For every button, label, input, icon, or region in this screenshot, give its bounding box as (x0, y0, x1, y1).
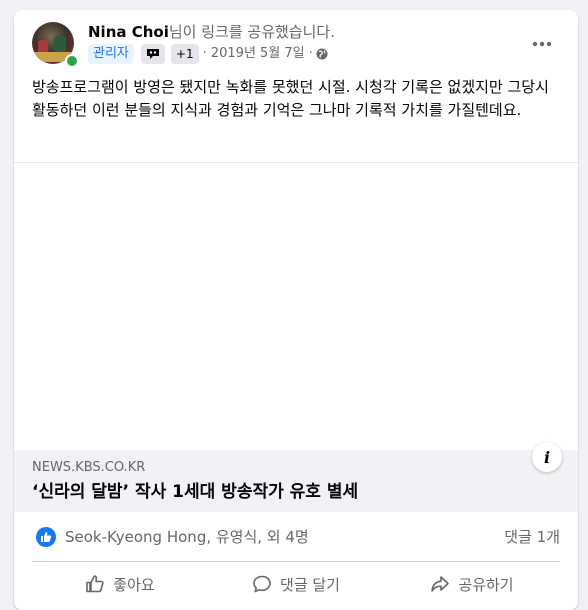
admin-badge[interactable]: 관리자 (88, 44, 134, 64)
post-actions: 좋아요 댓글 달기 공유하기 (32, 561, 560, 606)
like-reaction-icon[interactable] (36, 527, 56, 547)
like-icon (86, 575, 104, 593)
comment-button[interactable]: 댓글 달기 (208, 562, 384, 606)
more-badges-count[interactable]: +1 (170, 44, 199, 64)
comment-icon (253, 575, 271, 593)
comment-label: 댓글 달기 (280, 575, 340, 594)
globe-icon (316, 48, 328, 60)
reactions-bar: Seok-Kyeong Hong, 유영식, 외 4명 댓글 1개 (14, 520, 578, 556)
post-card: Nina Choi님이 링크를 공유했습니다. 관리자 +1 · 2019년 5… (14, 10, 578, 610)
reactors-list[interactable]: Seok-Kyeong Hong, 유영식, 외 4명 (65, 527, 309, 547)
share-button[interactable]: 공유하기 (384, 562, 560, 606)
post-body-text: 방송프로그램이 방영은 됐지만 녹화를 못했던 시절. 시청각 기록은 없겠지만… (32, 78, 549, 119)
post-meta: 관리자 +1 · 2019년 5월 7일 · (88, 44, 328, 64)
share-icon (431, 576, 450, 592)
like-label: 좋아요 (113, 575, 155, 594)
post-header: Nina Choi님이 링크를 공유했습니다. 관리자 +1 · 2019년 5… (14, 10, 578, 70)
link-domain: NEWS.KBS.CO.KR (32, 460, 146, 475)
share-label: 공유하기 (458, 575, 514, 594)
author-name[interactable]: Nina Choi (88, 23, 169, 41)
comment-count[interactable]: 댓글 1개 (504, 527, 560, 547)
link-preview[interactable]: NEWS.KBS.CO.KR ‘신라의 달밤’ 작사 1세대 방송작가 유호 별… (14, 450, 578, 512)
link-title[interactable]: ‘신라의 달밤’ 작사 1세대 방송작가 유호 별세 (32, 481, 358, 503)
post-timestamp[interactable]: · 2019년 5월 7일 · (203, 44, 313, 64)
online-status-dot (65, 54, 79, 68)
info-icon[interactable]: i (532, 442, 562, 472)
share-action-text: 님이 링크를 공유했습니다. (168, 23, 335, 41)
post-title-line: Nina Choi님이 링크를 공유했습니다. (88, 22, 335, 42)
badge-icon[interactable] (140, 44, 165, 64)
like-button[interactable]: 좋아요 (32, 562, 208, 606)
more-icon (532, 41, 552, 47)
more-options-button[interactable] (524, 30, 560, 58)
link-preview-image[interactable] (14, 162, 578, 457)
